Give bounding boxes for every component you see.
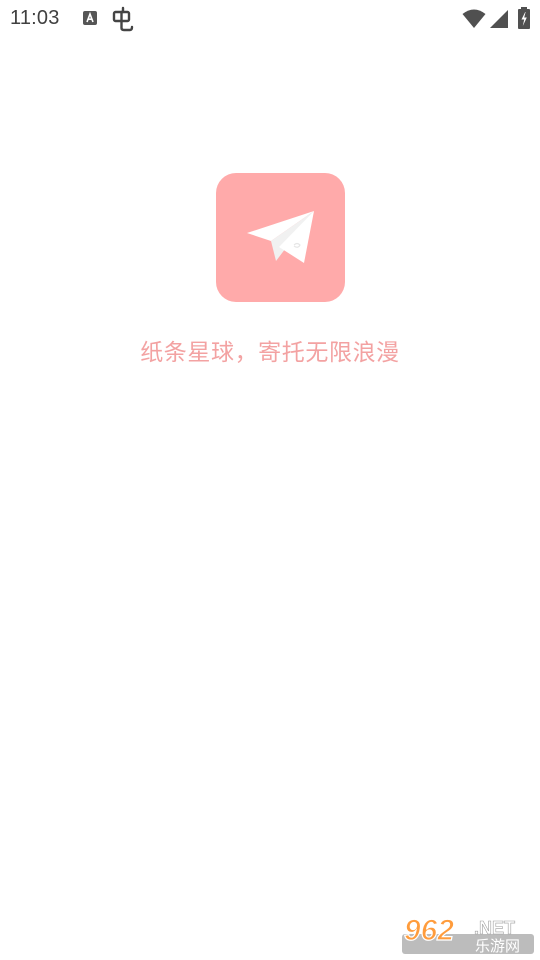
site-watermark: 962 .NET 乐游网	[400, 912, 536, 956]
battery-charging-icon	[517, 7, 531, 33]
splash-slogan: 纸条星球，寄托无限浪漫	[140, 340, 400, 366]
bug-icon	[110, 6, 136, 36]
watermark-suffix: .NET	[474, 918, 515, 938]
wifi-icon	[462, 9, 486, 33]
app-logo	[216, 173, 345, 302]
status-time: 11:03	[10, 7, 60, 29]
status-bar: 11:03	[0, 0, 540, 38]
accessibility-a-icon	[82, 10, 98, 30]
watermark-number: 962	[404, 914, 454, 947]
cell-signal-icon	[489, 9, 509, 33]
paper-plane-icon	[247, 211, 314, 263]
watermark-subtitle: 乐游网	[475, 937, 520, 955]
